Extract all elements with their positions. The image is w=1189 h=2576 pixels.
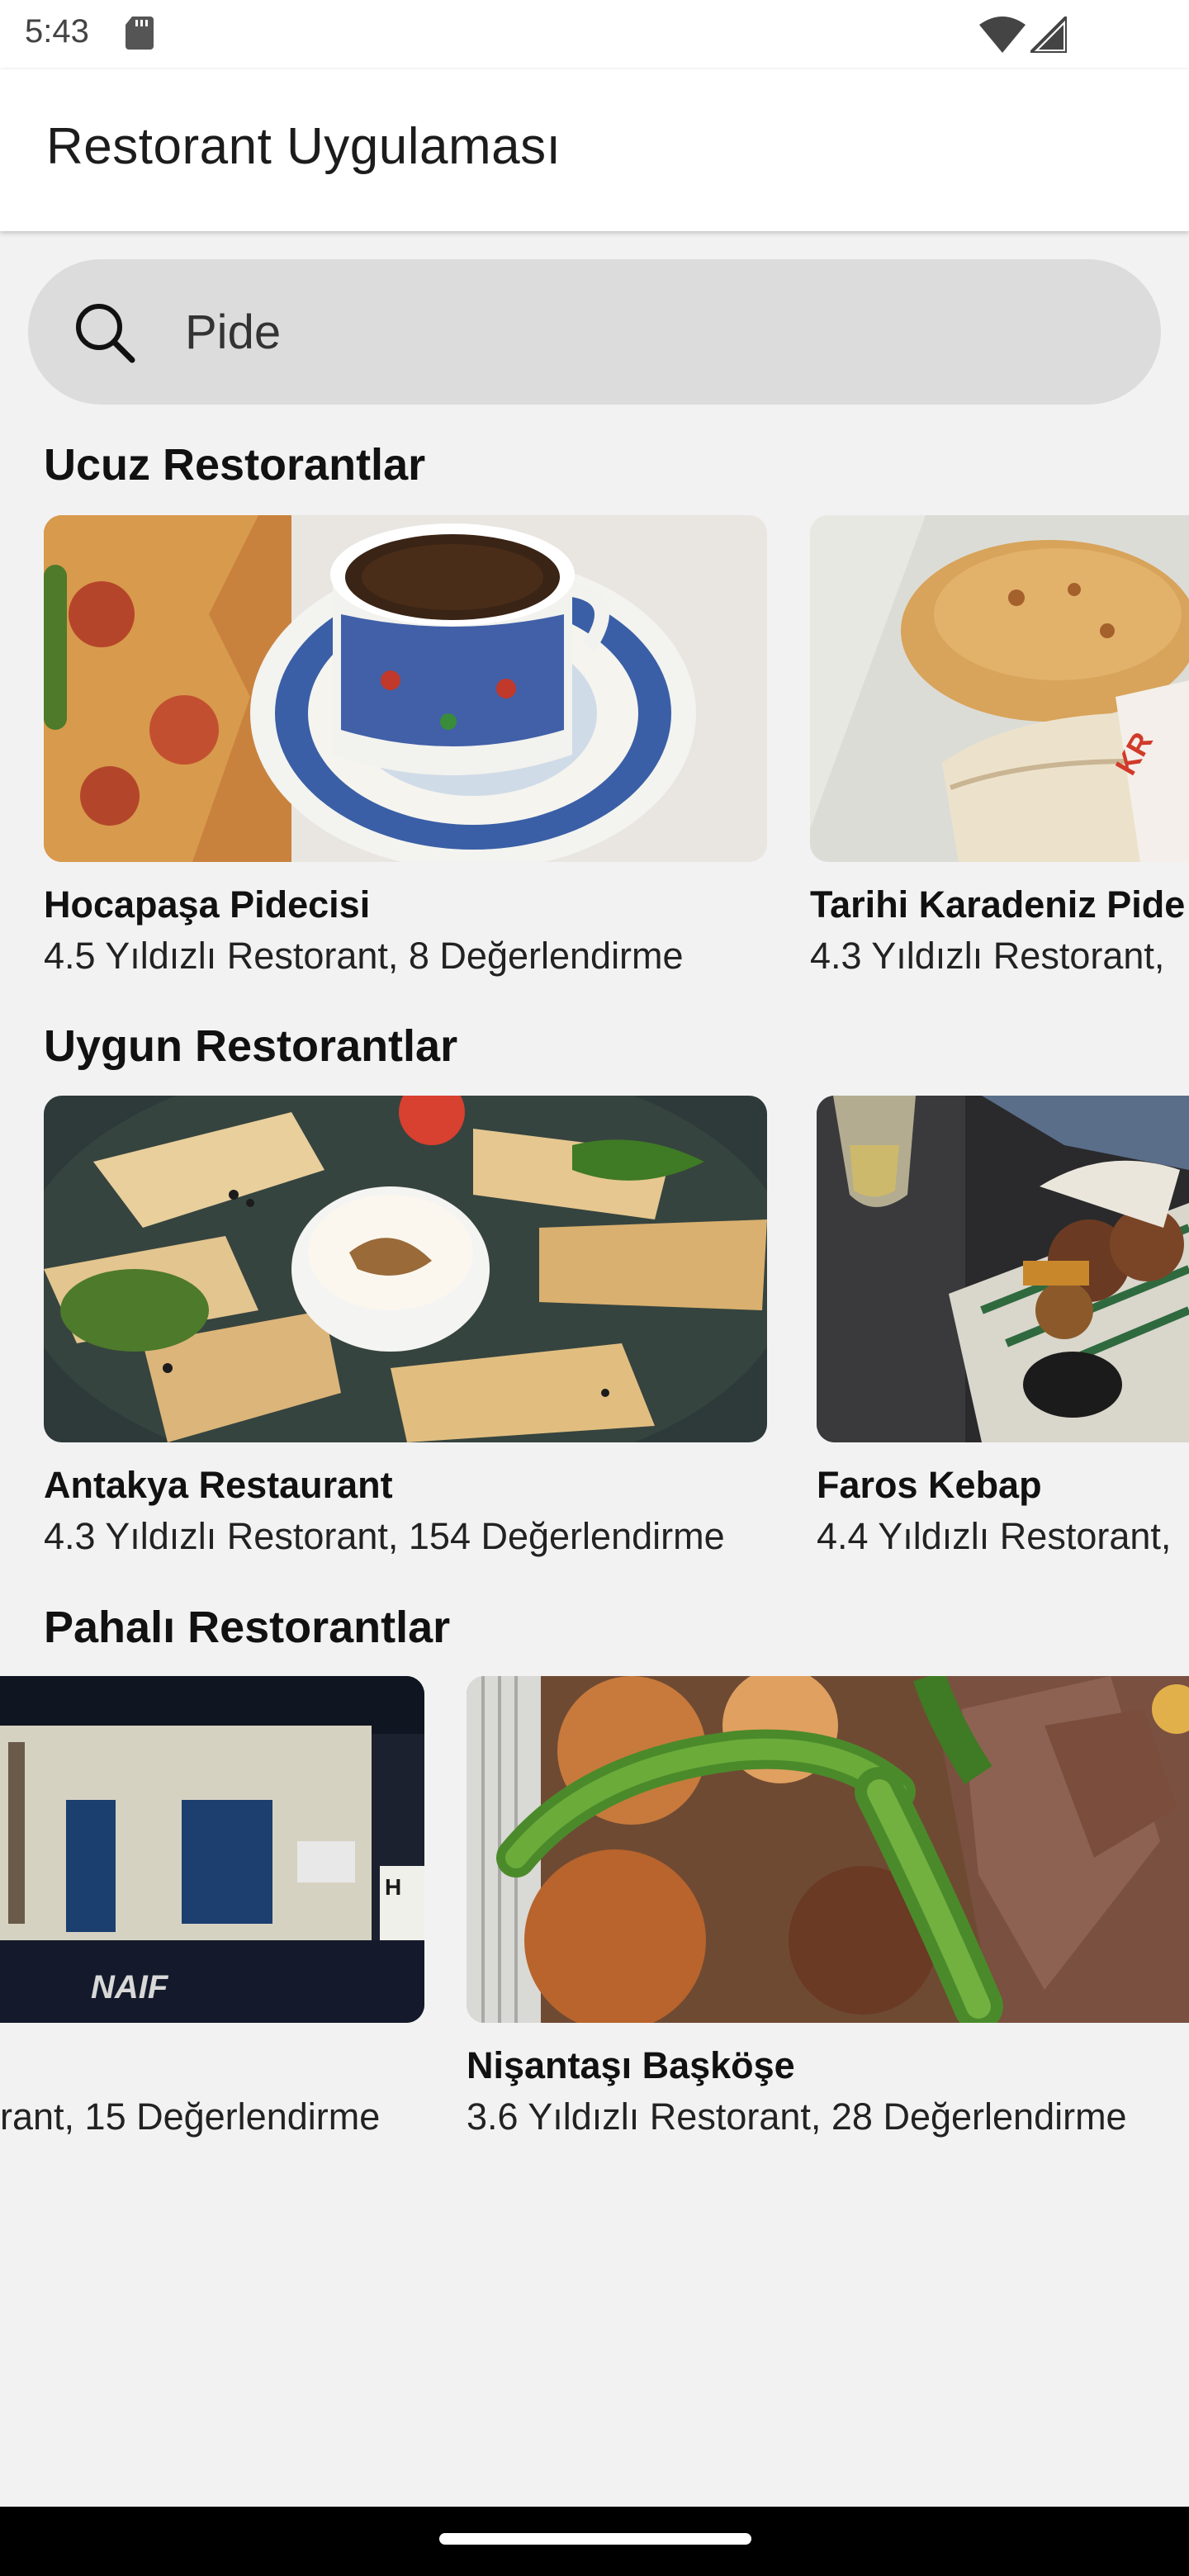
restaurant-rating: rant, 15 Değerlendirme xyxy=(0,2095,381,2138)
home-indicator[interactable] xyxy=(439,2533,751,2545)
restaurant-rating: 4.5 Yıldızlı Restorant, 8 Değerlendirme xyxy=(44,935,684,977)
system-navigation-bar xyxy=(0,2507,1189,2576)
restaurant-photo[interactable]: KR xyxy=(810,515,1189,862)
restaurant-card[interactable]: Faros Kebap 4.4 Yıldızlı Restorant, xyxy=(817,1096,1189,1566)
restaurant-rating: 3.6 Yıldızlı Restorant, 28 Değerlendirme xyxy=(467,2095,1127,2138)
restaurant-rating: 4.3 Yıldızlı Restorant, 154 Değerlendirm… xyxy=(44,1515,725,1557)
restaurant-photo[interactable] xyxy=(44,515,767,862)
restaurant-rating: 4.3 Yıldızlı Restorant, xyxy=(810,935,1165,977)
restaurant-card[interactable]: KR Tarihi Karadeniz Pide 4.3 Yıldızlı Re… xyxy=(810,515,1189,986)
app-bar: Restorant Uygulaması xyxy=(0,69,1189,231)
restaurant-photo[interactable] xyxy=(44,1096,767,1442)
restaurant-name: Antakya Restaurant xyxy=(44,1464,393,1506)
svg-text:H: H xyxy=(385,1874,401,1900)
storefront-sign-text: NAIF xyxy=(91,1969,169,2005)
status-bar: 5:43 xyxy=(0,0,1189,69)
restaurant-photo[interactable] xyxy=(817,1096,1189,1442)
restaurant-photo[interactable] xyxy=(467,1676,1189,2023)
restaurant-card[interactable]: H NAIF rant, 15 Değerlendirme xyxy=(0,1676,424,2147)
section-title-expensive: Pahalı Restorantlar xyxy=(44,1603,451,1652)
wifi-icon xyxy=(979,17,1026,53)
search-icon[interactable] xyxy=(71,299,139,367)
restaurant-name: Hocapaşa Pidecisi xyxy=(44,883,371,926)
status-time: 5:43 xyxy=(25,13,89,50)
restaurant-name: Tarihi Karadeniz Pide xyxy=(810,883,1186,926)
restaurant-name: Faros Kebap xyxy=(817,1464,1042,1506)
restaurant-name: Nişantaşı Başköşe xyxy=(467,2044,795,2086)
restaurant-card[interactable]: Hocapaşa Pidecisi 4.5 Yıldızlı Restorant… xyxy=(44,515,767,986)
restaurant-card[interactable]: Nişantaşı Başköşe 3.6 Yıldızlı Restorant… xyxy=(467,1676,1189,2147)
signal-icon xyxy=(1030,17,1067,53)
section-title-affordable: Uygun Restorantlar xyxy=(44,1021,458,1071)
restaurant-rating: 4.4 Yıldızlı Restorant, xyxy=(817,1515,1172,1557)
restaurant-photo[interactable]: H NAIF xyxy=(0,1676,424,2023)
search-bar[interactable] xyxy=(28,259,1161,405)
search-input[interactable] xyxy=(185,292,1093,372)
sd-card-icon xyxy=(126,17,154,50)
restaurant-card[interactable]: Antakya Restaurant 4.3 Yıldızlı Restoran… xyxy=(44,1096,787,1566)
section-title-cheap: Ucuz Restorantlar xyxy=(44,440,426,490)
app-title: Restorant Uygulaması xyxy=(46,118,561,175)
